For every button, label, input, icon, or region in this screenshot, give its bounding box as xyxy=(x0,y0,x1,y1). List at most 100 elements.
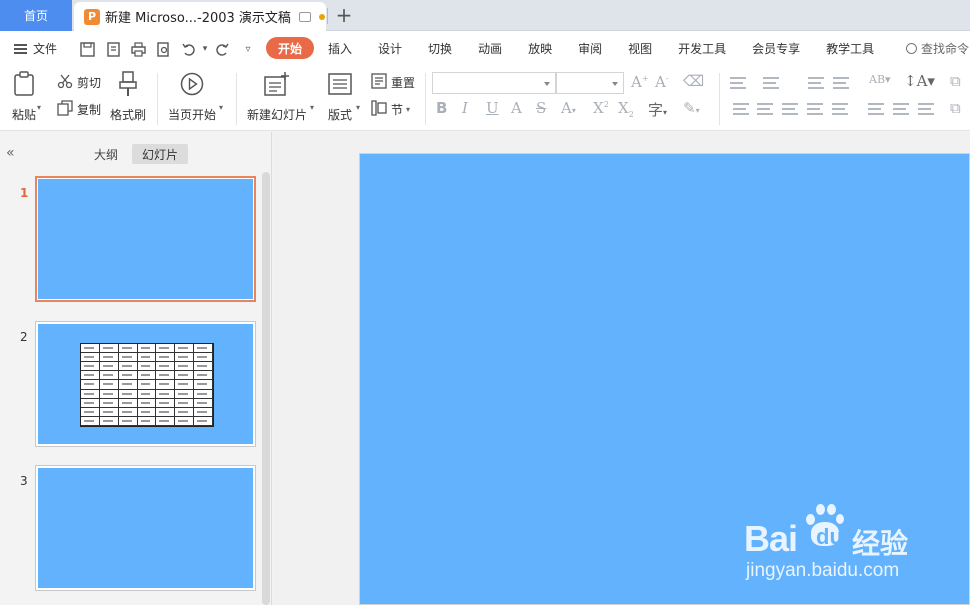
font-color-icon[interactable]: A▾ xyxy=(561,99,576,117)
more-paragraph-icon[interactable]: ⧉ xyxy=(950,72,961,90)
tab-separator xyxy=(327,8,328,24)
decrease-font-icon[interactable]: A- xyxy=(655,73,669,91)
tab-design[interactable]: 设计 xyxy=(366,37,414,59)
document-tab[interactable]: P 新建 Microso...-2003 演示文稿 xyxy=(74,2,326,31)
tab-slides[interactable]: 幻灯片 xyxy=(132,144,189,164)
layout-dropdown-icon[interactable]: ▾ xyxy=(356,103,360,112)
text-box-icon[interactable]: AB▾ xyxy=(869,73,891,86)
search-icon xyxy=(906,43,917,54)
slide-thumbnail-background xyxy=(38,324,253,444)
quick-access-more-icon[interactable]: ▿ xyxy=(239,40,257,58)
export-icon[interactable] xyxy=(104,40,122,58)
slide-thumbnail-3[interactable] xyxy=(35,465,256,591)
section-button[interactable]: 节 ▾ xyxy=(371,100,410,119)
print-preview-icon[interactable] xyxy=(154,40,172,58)
copy-button[interactable]: 复制 xyxy=(57,100,101,119)
line-spacing-icon[interactable]: ↕A▾ xyxy=(904,72,935,90)
superscript-icon[interactable]: X2 xyxy=(593,99,609,117)
undo-dropdown-icon[interactable]: ▾ xyxy=(196,40,214,58)
tab-transitions[interactable]: 切换 xyxy=(416,37,464,59)
new-slide-icon xyxy=(264,71,290,100)
highlight-icon[interactable]: ✎▾ xyxy=(683,99,700,117)
clear-format-icon[interactable]: ⌫ xyxy=(683,72,704,90)
bullets-icon[interactable] xyxy=(730,77,746,89)
section-dropdown-icon[interactable]: ▾ xyxy=(406,105,410,114)
tab-membership[interactable]: 会员专享 xyxy=(740,37,812,59)
print-icon[interactable] xyxy=(129,40,147,58)
watermark-brand-du: du xyxy=(816,524,843,549)
numbering-icon[interactable] xyxy=(763,77,779,89)
paste-dropdown-icon[interactable]: ▾ xyxy=(37,103,41,112)
new-slide-button[interactable]: 新建幻灯片 xyxy=(247,71,307,123)
play-dropdown-icon[interactable]: ▾ xyxy=(219,103,223,112)
home-tab[interactable]: 首页 xyxy=(0,0,72,31)
tab-view[interactable]: 视图 xyxy=(616,37,664,59)
baidu-jingyan-watermark: Bai du 经验 jingyan.baidu.com xyxy=(744,498,944,588)
screen-icon[interactable] xyxy=(298,11,311,22)
collapse-pane-icon[interactable]: « xyxy=(6,145,15,161)
play-from-current-button[interactable]: 当页开始 xyxy=(168,71,216,123)
slides-pane-scrollbar[interactable] xyxy=(262,172,270,605)
section-icon xyxy=(371,100,387,119)
search-command[interactable]: 查找命令 xyxy=(906,40,969,57)
tab-animations[interactable]: 动画 xyxy=(466,37,514,59)
text-direction-icon[interactable] xyxy=(918,103,934,115)
slide-thumbnail-2[interactable] xyxy=(35,321,256,447)
format-painter-label: 格式刷 xyxy=(110,108,147,122)
convert-to-smartart-icon[interactable]: ⧉ xyxy=(950,99,961,117)
justify-icon[interactable] xyxy=(807,103,823,115)
ribbon: 粘贴 ▾ 剪切 复制 格式刷 当页开始 ▾ 新建幻灯片 ▾ 版式 ▾ 重置 节 … xyxy=(0,67,970,131)
tab-outline[interactable]: 大纲 xyxy=(94,146,118,163)
play-from-current-label: 当页开始 xyxy=(168,108,217,122)
copy-label: 复制 xyxy=(77,103,102,117)
new-tab-button[interactable]: + xyxy=(334,3,354,27)
undo-icon[interactable] xyxy=(179,40,197,58)
tab-insert[interactable]: 插入 xyxy=(316,37,364,59)
layout-label: 版式 xyxy=(328,108,353,122)
increase-indent-icon[interactable] xyxy=(833,77,849,89)
tab-developer[interactable]: 开发工具 xyxy=(666,37,738,59)
save-icon[interactable] xyxy=(78,40,96,58)
align-center-icon[interactable] xyxy=(757,103,773,115)
redo-icon[interactable] xyxy=(213,40,231,58)
strikethrough-icon[interactable]: S xyxy=(536,99,546,117)
new-slide-dropdown-icon[interactable]: ▾ xyxy=(310,103,314,112)
paragraph-spacing-icon[interactable] xyxy=(868,103,884,115)
watermark-brand-cn: 经验 xyxy=(852,527,909,560)
scissors-icon xyxy=(57,73,73,92)
format-painter-button[interactable]: 格式刷 xyxy=(110,71,146,123)
font-name-select[interactable] xyxy=(432,72,556,94)
reset-label: 重置 xyxy=(391,76,416,90)
cut-button[interactable]: 剪切 xyxy=(57,73,101,92)
hamburger-icon xyxy=(14,43,27,54)
font-size-select[interactable] xyxy=(556,72,624,94)
section-label: 节 xyxy=(391,103,404,117)
tab-home[interactable]: 开始 xyxy=(266,37,315,59)
column-icon[interactable] xyxy=(893,103,909,115)
align-right-icon[interactable] xyxy=(782,103,798,115)
reset-button[interactable]: 重置 xyxy=(371,73,415,92)
increase-font-icon[interactable]: A+ xyxy=(631,73,649,91)
paste-button[interactable]: 粘贴 xyxy=(12,71,36,123)
distribute-icon[interactable] xyxy=(832,103,848,115)
phonetic-guide-icon[interactable]: 字▾ xyxy=(648,99,667,120)
decrease-indent-icon[interactable] xyxy=(808,77,824,89)
title-tab-bar: 首页 P 新建 Microso...-2003 演示文稿 + xyxy=(0,0,970,31)
bold-icon[interactable]: B xyxy=(436,99,447,117)
tab-slideshow[interactable]: 放映 xyxy=(516,37,564,59)
subscript-icon[interactable]: X2 xyxy=(618,99,634,119)
layout-button[interactable]: 版式 xyxy=(328,71,352,123)
italic-icon[interactable]: I xyxy=(462,99,468,117)
menu-row: 文件 ▾ ▿ 开始 插入 设计 切换 动画 放映 审阅 视图 开发工具 会员专享… xyxy=(0,31,970,67)
ribbon-separator xyxy=(157,73,158,125)
align-left-icon[interactable] xyxy=(733,103,749,115)
layout-icon xyxy=(328,71,352,100)
tab-teaching-tools[interactable]: 教学工具 xyxy=(814,37,886,59)
file-menu[interactable]: 文件 xyxy=(14,40,57,57)
cut-label: 剪切 xyxy=(77,76,102,90)
slide-thumbnail-1[interactable] xyxy=(35,176,256,302)
tab-review[interactable]: 审阅 xyxy=(566,37,614,59)
shadow-icon[interactable]: A xyxy=(511,99,522,117)
menu-tabs: 开始 插入 设计 切换 动画 放映 审阅 视图 开发工具 会员专享 教学工具 xyxy=(266,37,888,59)
underline-icon[interactable]: U xyxy=(486,99,499,117)
